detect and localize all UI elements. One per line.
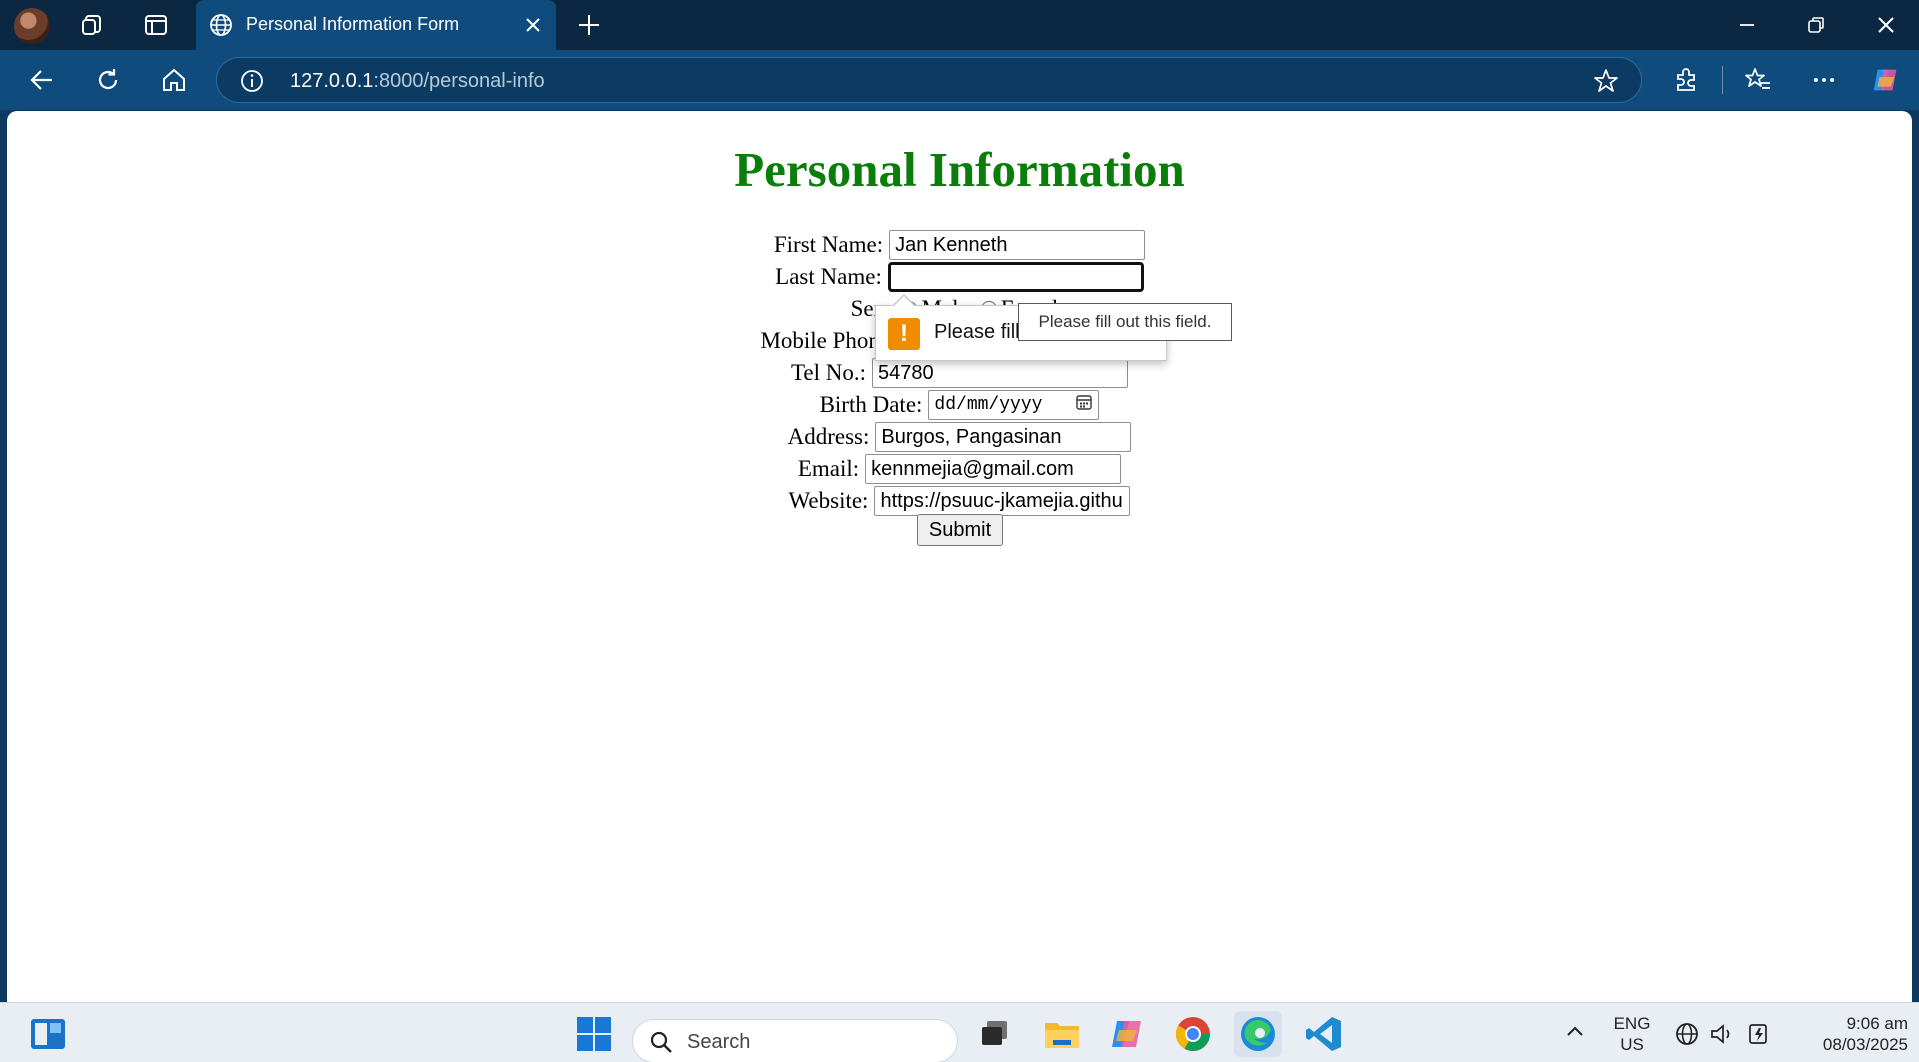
email-row: Email: kennmejia@gmail.com (7, 453, 1912, 485)
address-row: Address: Burgos, Pangasinan (7, 421, 1912, 453)
website-row: Website: https://psuuc-jkamejia.githu (7, 485, 1912, 517)
workspaces-icon[interactable] (78, 0, 108, 50)
windows-taskbar: Search ENG US 9:06 am 08/03/2025 (0, 1002, 1919, 1062)
address-bar[interactable]: 127.0.0.1:8000/personal-info (216, 57, 1642, 103)
favorite-star-icon[interactable] (1593, 68, 1619, 99)
tel-input[interactable]: 54780 (872, 358, 1129, 388)
search-icon (649, 1030, 673, 1059)
address-label: Address: (787, 424, 870, 449)
file-explorer-icon[interactable] (1038, 1011, 1086, 1057)
tab-personal-information-form[interactable]: Personal Information Form (196, 0, 556, 50)
copilot-app-icon[interactable] (1103, 1011, 1151, 1057)
site-info-icon[interactable] (239, 68, 265, 99)
tel-label: Tel No.: (790, 360, 867, 385)
home-icon[interactable] (158, 64, 190, 96)
language-top: ENG (1613, 1014, 1651, 1033)
last-name-input[interactable] (887, 262, 1144, 292)
address-input[interactable]: Burgos, Pangasinan (875, 422, 1132, 452)
clock-date: 08/03/2025 (1822, 1035, 1908, 1054)
url-text: 127.0.0.1:8000/personal-info (290, 70, 545, 93)
start-icon[interactable] (570, 1011, 618, 1057)
network-icon[interactable] (1674, 1021, 1700, 1052)
clock[interactable]: 9:06 am 08/03/2025 (1792, 1013, 1908, 1055)
refresh-icon[interactable] (92, 64, 124, 96)
first-name-row: First Name: Jan Kenneth (7, 229, 1912, 261)
minimize-icon[interactable] (1732, 0, 1762, 50)
birth-date-placeholder: dd/mm/yyyy (934, 395, 1043, 415)
website-label: Website: (788, 488, 869, 513)
tel-row: Tel No.: 54780 (7, 357, 1912, 389)
browser-toolbar: 127.0.0.1:8000/personal-info (0, 50, 1919, 110)
search-placeholder: Search (687, 1031, 751, 1053)
new-tab-icon[interactable] (576, 0, 602, 50)
volume-icon[interactable] (1709, 1021, 1735, 1052)
language-bottom: US (1620, 1035, 1644, 1054)
page-viewport: Personal Information First Name: Jan Ken… (7, 111, 1912, 1002)
copilot-icon[interactable] (1870, 64, 1902, 96)
back-arrow-icon[interactable] (26, 64, 58, 96)
close-window-icon[interactable] (1871, 0, 1901, 50)
battery-icon[interactable] (1746, 1021, 1774, 1052)
vscode-icon[interactable] (1300, 1011, 1348, 1057)
restore-icon[interactable] (1801, 0, 1831, 50)
widgets-icon[interactable] (24, 1011, 72, 1057)
email-label: Email: (797, 456, 860, 481)
page-title: Personal Information (734, 142, 1185, 197)
chrome-icon[interactable] (1169, 1011, 1217, 1057)
more-options-icon[interactable] (1808, 64, 1840, 96)
url-path: :8000/personal-info (373, 70, 545, 92)
profile-avatar[interactable] (14, 8, 50, 44)
calendar-icon[interactable] (1075, 393, 1093, 417)
birth-date-row: Birth Date: dd/mm/yyyy (7, 389, 1912, 421)
edge-icon[interactable] (1234, 1011, 1282, 1057)
first-name-input[interactable]: Jan Kenneth (889, 230, 1146, 260)
language-indicator[interactable]: ENG US (1610, 1013, 1654, 1055)
url-host: 127.0.0.1 (290, 70, 374, 92)
clock-time: 9:06 am (1846, 1014, 1908, 1033)
taskbar-search[interactable]: Search (632, 1019, 958, 1062)
tooltip: Please fill out this field. (1018, 303, 1232, 341)
last-name-row: Last Name: (7, 261, 1912, 293)
favorites-icon[interactable] (1742, 64, 1774, 96)
globe-icon (208, 12, 234, 43)
toolbar-divider (1722, 66, 1723, 94)
warning-icon: ! (888, 318, 920, 350)
birth-date-label: Birth Date: (819, 392, 923, 417)
submit-button[interactable]: Submit (917, 514, 1003, 546)
email-input[interactable]: kennmejia@gmail.com (865, 454, 1122, 484)
extensions-icon[interactable] (1670, 64, 1702, 96)
browser-title-bar: Personal Information Form (0, 0, 1919, 50)
first-name-label: First Name: (773, 232, 884, 257)
tab-actions-icon[interactable] (141, 0, 171, 50)
chevron-up-icon[interactable] (1564, 1021, 1586, 1048)
last-name-label: Last Name: (775, 264, 882, 289)
birth-date-input[interactable]: dd/mm/yyyy (928, 390, 1100, 420)
website-input[interactable]: https://psuuc-jkamejia.githu (874, 486, 1131, 516)
tab-title: Personal Information Form (246, 14, 460, 34)
close-tab-icon[interactable] (520, 12, 546, 43)
task-view-icon[interactable] (971, 1011, 1019, 1057)
